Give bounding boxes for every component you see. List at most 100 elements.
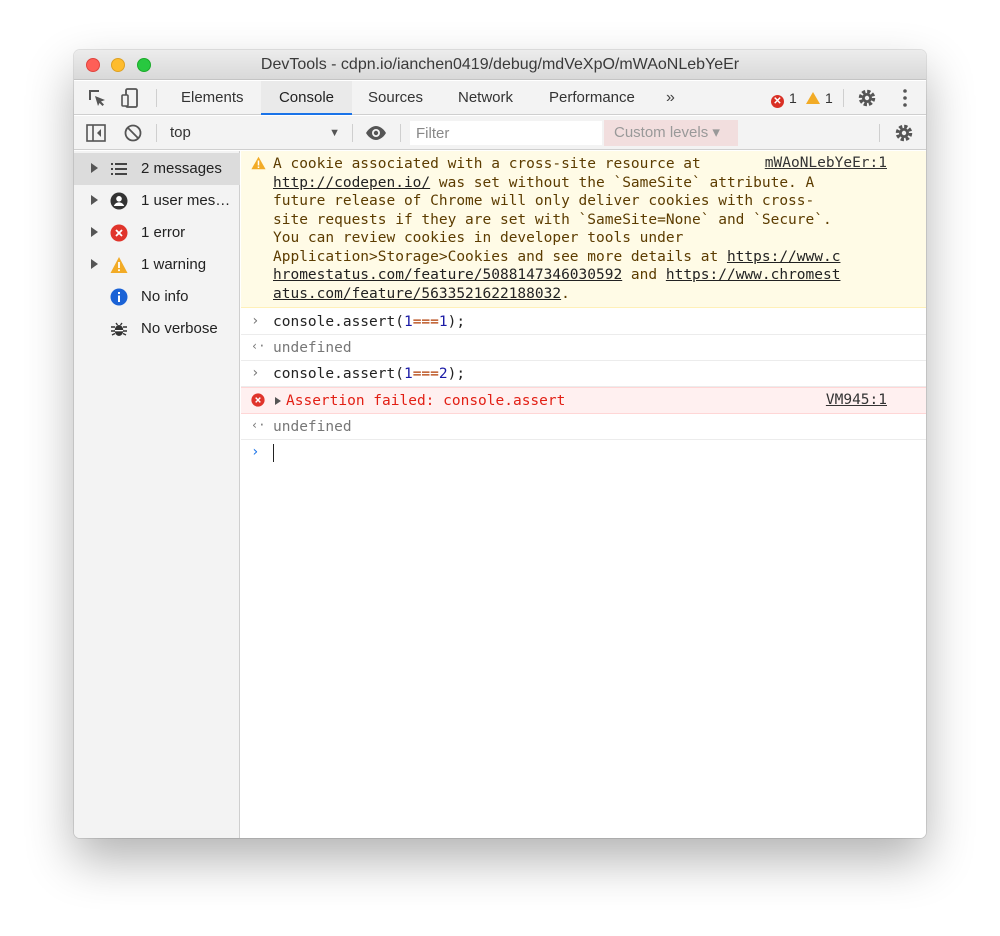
sidebar-item-label: No info xyxy=(141,288,189,305)
tab-elements[interactable]: Elements xyxy=(179,81,246,115)
chromestatus-link-2[interactable]: https://www.chromest xyxy=(666,267,841,283)
device-toolbar-icon[interactable] xyxy=(119,87,141,109)
more-options-icon[interactable] xyxy=(894,87,916,109)
list-icon xyxy=(111,163,127,175)
chromestatus-link-1[interactable]: https://www.c xyxy=(727,249,841,265)
toolbar-divider xyxy=(879,124,880,142)
warning-count-badge[interactable]: 1 xyxy=(806,90,833,106)
warning-line: http://codepen.io/ was set without the `… xyxy=(273,174,814,193)
console-output: mWAoNLebYeEr:1 A cookie associated with … xyxy=(241,151,926,838)
prompt-chevron-icon: › xyxy=(251,444,260,460)
filter-input[interactable] xyxy=(410,121,602,145)
more-tabs-button[interactable]: » xyxy=(666,81,675,115)
code-token: ); xyxy=(447,366,466,382)
warning-text: . xyxy=(561,286,570,302)
code-token: ); xyxy=(447,314,466,330)
tab-network[interactable]: Network xyxy=(456,81,515,115)
result-value: undefined xyxy=(273,419,352,435)
error-icon: ✕ xyxy=(771,95,784,108)
warning-line: hromestatus.com/feature/5088147346030592… xyxy=(273,266,840,285)
panel-tab-bar: Elements Console Sources Network Perform… xyxy=(74,81,926,115)
window-title: DevTools - cdpn.io/ianchen0419/debug/mdV… xyxy=(260,56,740,73)
tab-sources[interactable]: Sources xyxy=(366,81,425,115)
console-input-entry: › console.assert(1===1); xyxy=(241,309,926,335)
warning-line: A cookie associated with a cross-site re… xyxy=(273,155,710,174)
inspect-element-icon[interactable] xyxy=(86,87,108,109)
sidebar-item-label: 1 warning xyxy=(141,256,207,273)
warning-source-link[interactable]: mWAoNLebYeEr:1 xyxy=(765,155,887,171)
sidebar-toggle-icon[interactable] xyxy=(85,122,107,144)
toolbar-divider xyxy=(156,124,157,142)
cookie-warning-message: mWAoNLebYeEr:1 A cookie associated with … xyxy=(241,151,926,308)
console-sidebar: 2 messages 1 user mes… 1 error 1 warning… xyxy=(74,151,240,838)
console-input-entry: › console.assert(1===2); xyxy=(241,361,926,387)
console-toolbar: top ▼ Custom levels ▾ xyxy=(74,116,926,150)
devtools-window: DevTools - cdpn.io/ianchen0419/debug/mdV… xyxy=(74,50,926,838)
codepen-link[interactable]: http://codepen.io/ xyxy=(273,175,430,191)
code-token: 2 xyxy=(438,366,448,382)
user-icon xyxy=(110,192,128,210)
warning-line: future release of Chrome will only deliv… xyxy=(273,193,815,209)
error-count: 1 xyxy=(789,90,797,106)
sidebar-item-label: 1 error xyxy=(141,224,186,241)
code-token: 1 xyxy=(403,366,413,382)
context-selector[interactable]: top ▼ xyxy=(164,122,344,144)
error-icon xyxy=(251,393,265,407)
expand-arrow-icon[interactable] xyxy=(91,227,98,237)
sidebar-item-verbose[interactable]: No verbose xyxy=(74,313,240,345)
console-prompt[interactable]: › xyxy=(241,440,926,466)
warning-line: Application>Storage>Cookies and see more… xyxy=(273,248,840,267)
code-token: 1 xyxy=(403,314,413,330)
warning-line: atus.com/feature/5633521622188032. xyxy=(273,285,570,304)
toolbar-divider xyxy=(156,89,157,107)
expand-arrow-icon[interactable] xyxy=(91,163,98,173)
code-token: 1 xyxy=(438,314,448,330)
expand-triangle-icon[interactable] xyxy=(275,397,281,405)
sidebar-item-label: 1 user mes… xyxy=(141,192,231,209)
input-chevron-icon: › xyxy=(251,365,260,381)
warning-text: A cookie associated with a cross-site re… xyxy=(273,156,710,172)
title-bar: DevTools - cdpn.io/ianchen0419/debug/mdV… xyxy=(74,50,926,80)
warning-line: site requests if they are set with `Same… xyxy=(273,212,832,228)
input-chevron-icon: › xyxy=(251,313,260,329)
toolbar-divider xyxy=(843,89,844,107)
expand-arrow-icon[interactable] xyxy=(91,259,98,269)
sidebar-item-errors[interactable]: 1 error xyxy=(74,217,240,249)
warning-count: 1 xyxy=(825,90,833,106)
tab-console[interactable]: Console xyxy=(261,81,352,115)
input-code: console.assert(1===2); xyxy=(273,365,465,384)
warning-icon xyxy=(806,92,820,104)
context-value: top xyxy=(170,124,191,141)
settings-gear-icon[interactable] xyxy=(856,87,878,109)
input-code: console.assert(1===1); xyxy=(273,313,465,332)
sidebar-item-label: 2 messages xyxy=(141,160,222,177)
sidebar-item-messages[interactable]: 2 messages xyxy=(74,153,240,185)
chromestatus-link-1[interactable]: hromestatus.com/feature/5088147346030592 xyxy=(273,267,622,283)
clear-console-icon[interactable] xyxy=(122,122,144,144)
dropdown-caret-icon: ▼ xyxy=(329,127,340,139)
bug-icon xyxy=(111,322,127,336)
warning-icon xyxy=(251,156,266,170)
chromestatus-link-2[interactable]: atus.com/feature/5633521622188032 xyxy=(273,286,561,302)
sidebar-item-user-messages[interactable]: 1 user mes… xyxy=(74,185,240,217)
warning-text: Application>Storage>Cookies and see more… xyxy=(273,249,727,265)
sidebar-item-warnings[interactable]: 1 warning xyxy=(74,249,240,281)
result-value: undefined xyxy=(273,340,352,356)
toolbar-divider xyxy=(400,124,401,142)
log-levels-dropdown[interactable]: Custom levels ▾ xyxy=(604,120,738,146)
error-count-badge[interactable]: ✕ 1 xyxy=(771,90,797,108)
tab-performance[interactable]: Performance xyxy=(547,81,637,115)
code-token: console.assert( xyxy=(273,314,404,330)
console-settings-gear-icon[interactable] xyxy=(893,122,915,144)
expand-arrow-icon[interactable] xyxy=(91,195,98,205)
error-source-link[interactable]: VM945:1 xyxy=(826,392,887,408)
warning-text: was set without the `SameSite` attribute… xyxy=(430,175,815,191)
sidebar-item-label: No verbose xyxy=(141,320,218,337)
code-token: === xyxy=(412,366,439,382)
result-arrow-icon: ‹· xyxy=(251,339,266,353)
code-token: === xyxy=(412,314,439,330)
live-expression-eye-icon[interactable] xyxy=(365,122,387,144)
warning-line: You can review cookies in developer tool… xyxy=(273,230,684,246)
sidebar-item-info[interactable]: No info xyxy=(74,281,240,313)
code-token: console.assert( xyxy=(273,366,404,382)
